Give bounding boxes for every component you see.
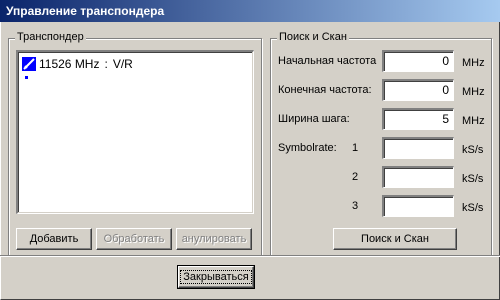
cancel-button[interactable]: анулировать	[176, 228, 252, 250]
transponder-frequency: 11526 MHz	[39, 57, 100, 71]
symbolrate-index-3: 3	[352, 200, 359, 212]
symbolrate-unit-1: kS/s	[462, 144, 484, 156]
transponder-polarization: V/R	[112, 57, 133, 71]
window-title: Управление транспондера	[0, 0, 500, 22]
symbolrate-input-1[interactable]	[382, 137, 454, 159]
symbolrate-unit-3: kS/s	[462, 202, 484, 214]
scan-group-legend: Поиск и Скан	[277, 31, 349, 43]
end-frequency-label: Конечная частота:	[278, 84, 372, 96]
symbolrate-index-2: 2	[352, 171, 359, 183]
transponder-separator: :	[104, 57, 108, 71]
symbolrate-unit-2: kS/s	[462, 173, 484, 185]
transponder-group-legend: Транспондер	[15, 31, 86, 43]
symbolrate-input-2[interactable]	[382, 166, 454, 188]
symbolrate-label: Symbolrate:	[278, 142, 337, 154]
step-width-unit: MHz	[462, 115, 485, 127]
close-button-label: Закрываться	[180, 270, 252, 284]
start-frequency-label: Начальная частота	[278, 55, 377, 67]
add-button[interactable]: Добавить	[16, 228, 92, 250]
step-width-input[interactable]: 5	[382, 108, 454, 130]
close-button[interactable]: Закрываться	[177, 265, 255, 289]
transponder-list[interactable]: 11526 MHz : V/R	[16, 50, 254, 214]
symbolrate-index-1: 1	[352, 142, 359, 154]
symbolrate-input-3[interactable]	[382, 195, 454, 217]
step-width-label: Ширина шага:	[278, 113, 350, 125]
start-frequency-input[interactable]: 0	[382, 50, 454, 72]
list-marker-icon	[25, 76, 28, 79]
end-frequency-unit: MHz	[462, 86, 485, 98]
satellite-icon	[22, 57, 36, 71]
scan-button[interactable]: Поиск и Скан	[333, 228, 457, 250]
footer-divider	[0, 255, 500, 257]
process-button[interactable]: Обработать	[96, 228, 172, 250]
start-frequency-unit: MHz	[462, 57, 485, 69]
list-item[interactable]: 11526 MHz : V/R	[22, 56, 133, 72]
end-frequency-input[interactable]: 0	[382, 79, 454, 101]
